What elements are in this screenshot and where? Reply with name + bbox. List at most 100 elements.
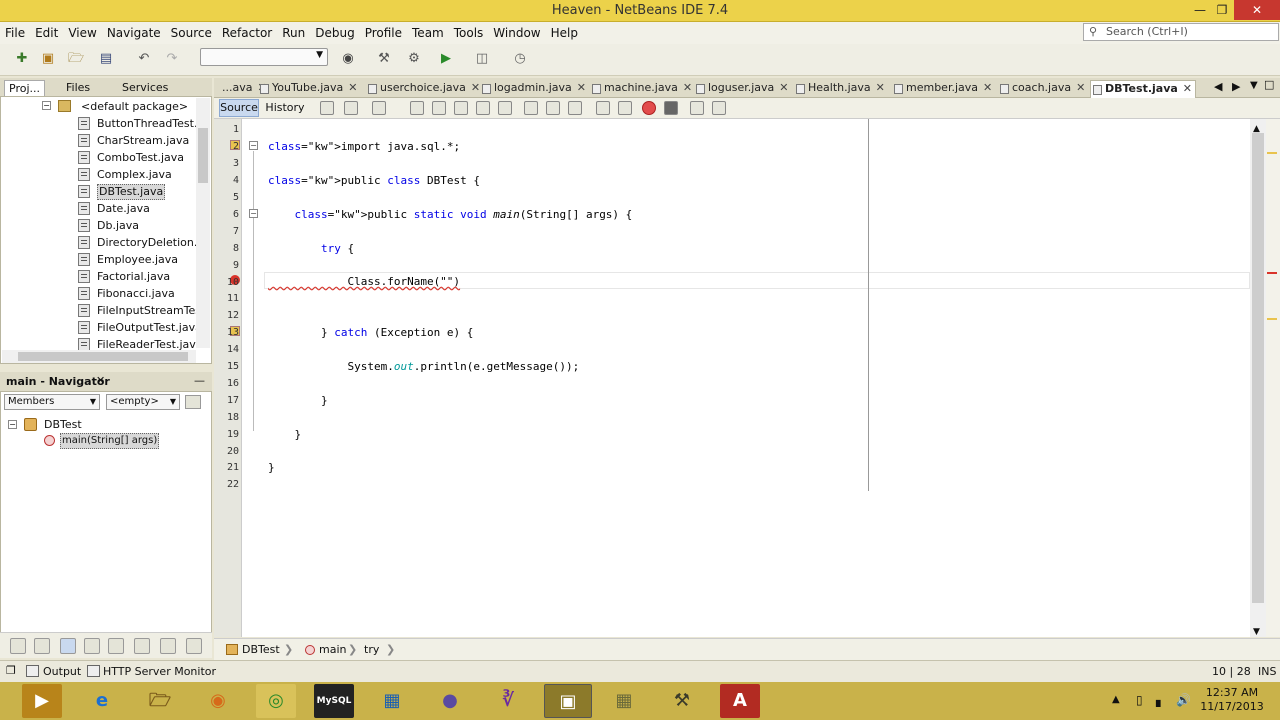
tab-projects[interactable]: Proj... [4, 80, 45, 96]
minimize-icon[interactable]: — [194, 374, 205, 387]
file-explorer-icon[interactable]: 🗁 [140, 684, 180, 718]
chrome-icon[interactable]: ◎ [256, 684, 296, 718]
shift-left-icon[interactable] [596, 101, 610, 115]
tree-file[interactable]: Date.java [0, 200, 196, 217]
next-bookmark-icon[interactable] [546, 101, 560, 115]
tree-file[interactable]: Complex.java [0, 166, 196, 183]
menu-refactor[interactable]: Refactor [217, 22, 277, 44]
close-icon[interactable]: ✕ [683, 81, 692, 94]
editor-tab[interactable]: logadmin.java ✕ [480, 80, 586, 98]
error-marker[interactable] [1267, 272, 1277, 274]
navigator-class-node[interactable]: − DBTest [8, 416, 198, 433]
toggle-bookmark-icon[interactable] [568, 101, 582, 115]
editor-tab[interactable]: Health.java ✕ [794, 80, 885, 98]
find-next-icon[interactable] [454, 101, 468, 115]
new-file-icon[interactable]: ✚ [12, 49, 32, 69]
projects-vertical-scrollbar[interactable] [196, 98, 210, 348]
editor-tab[interactable]: machine.java ✕ [590, 80, 692, 98]
close-icon[interactable]: ✕ [577, 81, 586, 94]
filter-icon[interactable] [160, 638, 176, 654]
access-icon[interactable]: A [720, 684, 760, 718]
menu-edit[interactable]: Edit [30, 22, 63, 44]
battery-icon[interactable]: ▯ [1136, 693, 1143, 707]
menu-file[interactable]: File [0, 22, 30, 44]
tree-file[interactable]: Factorial.java [0, 268, 196, 285]
http-monitor-tab[interactable]: HTTP Server Monitor [103, 665, 216, 678]
filter-icon[interactable] [108, 638, 124, 654]
tree-file[interactable]: ButtonThreadTest.jav [0, 115, 196, 132]
collapse-icon[interactable]: − [8, 420, 17, 429]
menu-debug[interactable]: Debug [310, 22, 359, 44]
visual-studio-icon[interactable]: ∛ [488, 684, 528, 718]
last-edit-icon[interactable] [320, 101, 334, 115]
tree-file[interactable]: FileReaderTest.java [0, 336, 196, 350]
close-icon[interactable]: ✕ [983, 81, 992, 94]
navigator-filter-select[interactable]: Members ▼ [4, 394, 100, 410]
search-input[interactable]: ⚲ Search (Ctrl+I) [1083, 23, 1279, 41]
stop-macro-icon[interactable] [664, 101, 678, 115]
editor-tab[interactable]: userchoice.java ✕ [366, 80, 480, 98]
output-tab[interactable]: Output [43, 665, 81, 678]
scrollbar-thumb[interactable] [198, 128, 208, 183]
chevron-right-icon[interactable]: ▶ [1232, 80, 1240, 93]
tree-file[interactable]: Fibonacci.java [0, 285, 196, 302]
fold-toggle-icon[interactable]: − [249, 141, 258, 150]
tree-file[interactable]: ComboTest.java [0, 149, 196, 166]
menu-navigate[interactable]: Navigate [102, 22, 166, 44]
close-icon[interactable]: ✕ [779, 81, 788, 94]
menu-tools[interactable]: Tools [449, 22, 489, 44]
menu-run[interactable]: Run [277, 22, 310, 44]
undo-icon[interactable]: ↶ [134, 49, 154, 69]
mysql-icon[interactable]: MySQL [314, 684, 354, 718]
close-icon[interactable]: ✕ [876, 81, 885, 94]
tree-file[interactable]: Employee.java [0, 251, 196, 268]
editor-tab[interactable]: member.java ✕ [892, 80, 992, 98]
source-view-button[interactable]: Source [219, 99, 259, 117]
projects-horizontal-scrollbar[interactable] [2, 350, 196, 363]
editor-tab-active[interactable]: DBTest.java ✕ [1090, 80, 1196, 98]
maximize-window-icon[interactable]: □ [1264, 78, 1274, 91]
close-icon[interactable]: ✕ [471, 81, 480, 94]
breadcrumb-method[interactable]: main [319, 643, 346, 656]
scrollbar-thumb[interactable] [1252, 133, 1264, 603]
find-icon[interactable] [410, 101, 424, 115]
media-player-icon[interactable]: ▶ [22, 684, 62, 718]
code-editor[interactable] [264, 119, 1250, 637]
tool-icon[interactable]: ⚒ [662, 684, 702, 718]
internet-explorer-icon[interactable]: e [82, 684, 122, 718]
clock[interactable]: 12:37 AM 11/17/2013 [1196, 686, 1268, 714]
tree-file[interactable]: CharStream.java [0, 132, 196, 149]
close-icon[interactable]: ✕ [1183, 82, 1192, 95]
warning-marker[interactable] [1267, 318, 1277, 320]
open-project-icon[interactable]: 🗁 [66, 49, 86, 69]
navigator-options-icon[interactable] [185, 395, 201, 409]
menu-team[interactable]: Team [407, 22, 449, 44]
apps-grid-icon[interactable]: ▦ [372, 684, 412, 718]
scrollbar-thumb[interactable] [18, 352, 188, 361]
run-icon[interactable]: ▶ [436, 49, 456, 69]
build-icon[interactable]: ⚒ [374, 49, 394, 69]
close-icon[interactable]: ✕ [348, 81, 357, 94]
comment-icon[interactable] [690, 101, 704, 115]
editor-vertical-scrollbar[interactable] [1250, 119, 1266, 637]
editor-tab[interactable]: coach.java ✕ [998, 80, 1085, 98]
firefox-icon[interactable]: ◉ [198, 684, 238, 718]
menu-view[interactable]: View [63, 22, 101, 44]
collapse-icon[interactable]: − [42, 101, 51, 110]
tab-services[interactable]: Services [118, 80, 172, 96]
filter-icon[interactable] [84, 638, 100, 654]
warning-marker[interactable] [1267, 152, 1277, 154]
tree-file[interactable]: DirectoryDeletion.jav [0, 234, 196, 251]
scroll-up-icon[interactable]: ▲ [1253, 124, 1260, 134]
tree-file[interactable]: FileInputStreamTest.j [0, 302, 196, 319]
chevron-down-icon[interactable]: ▼ [1250, 80, 1258, 91]
filter-icon[interactable] [134, 638, 150, 654]
configuration-select[interactable]: ▼ [200, 48, 328, 66]
start-macro-icon[interactable] [642, 101, 656, 115]
menu-window[interactable]: Window [488, 22, 545, 44]
uncomment-icon[interactable] [712, 101, 726, 115]
restore-icon[interactable]: ❐ [6, 664, 16, 677]
toggle-selection-icon[interactable] [498, 101, 512, 115]
previous-bookmark-icon[interactable] [524, 101, 538, 115]
shift-right-icon[interactable] [618, 101, 632, 115]
